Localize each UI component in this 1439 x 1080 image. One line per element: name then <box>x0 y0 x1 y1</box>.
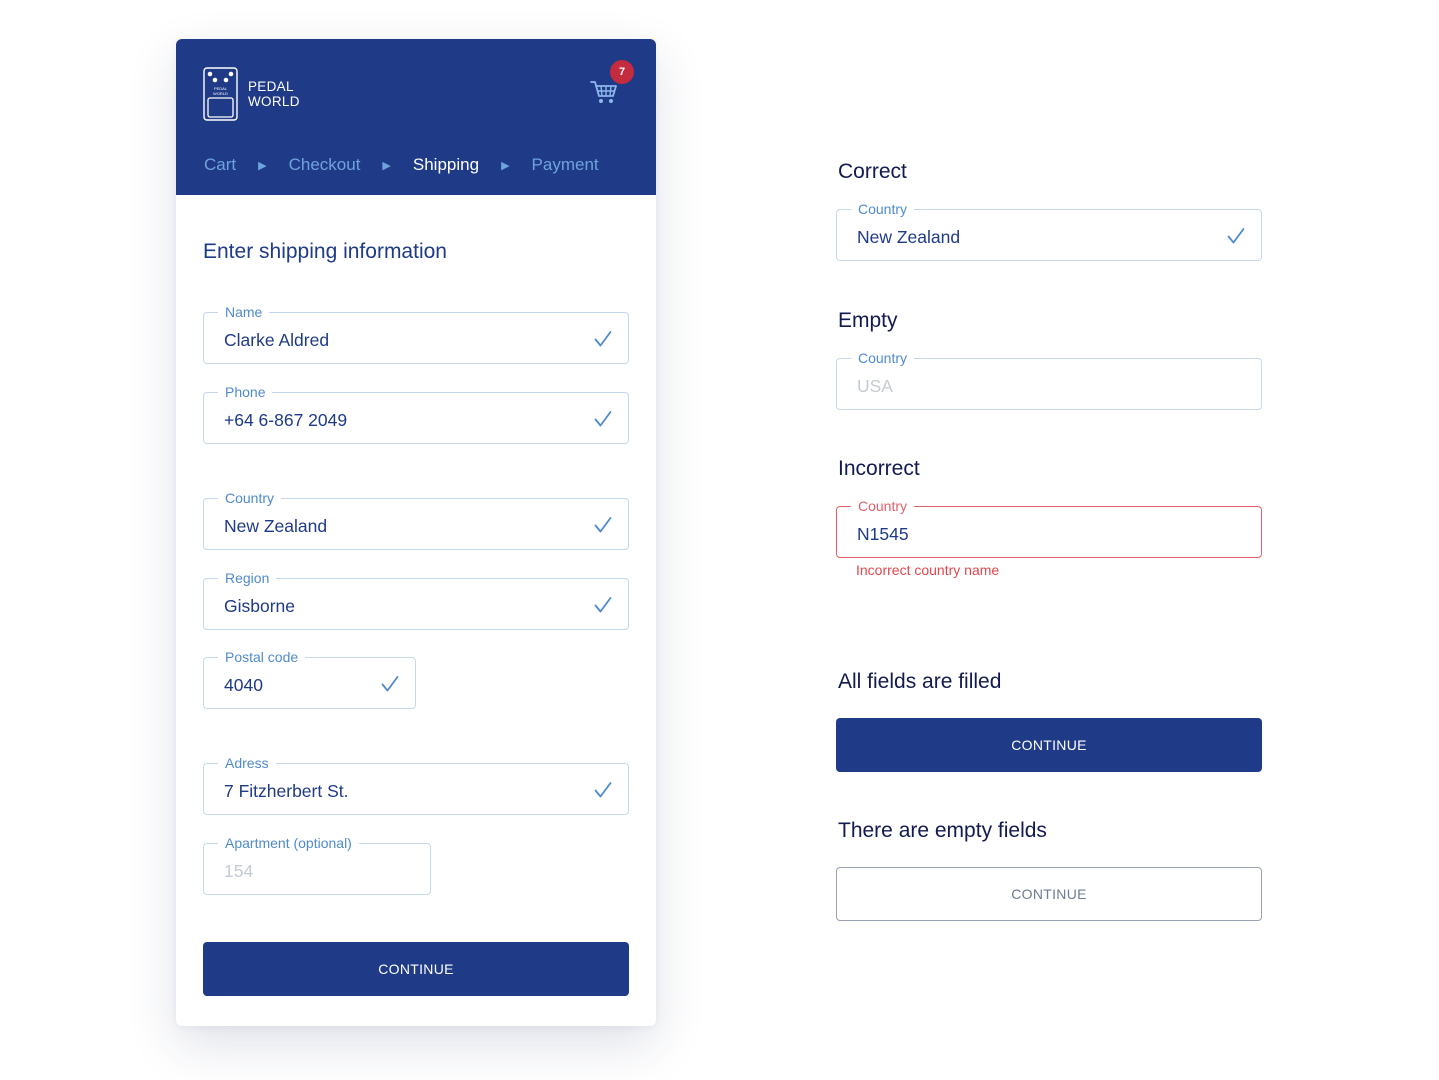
breadcrumb-payment[interactable]: Payment <box>532 155 599 175</box>
name-field-label: Name <box>218 303 270 321</box>
postal-code-field-label: Postal code <box>218 648 306 666</box>
region-field-value: Gisborne <box>224 596 296 616</box>
check-icon <box>381 676 399 692</box>
breadcrumb-cart[interactable]: Cart <box>204 155 236 175</box>
country-field-empty-placeholder: USA <box>857 376 893 396</box>
check-icon <box>594 517 612 533</box>
app-header: PEDAL WORLD PEDAL WORLD 7 Cart ▶ Checkou… <box>176 39 656 195</box>
continue-button[interactable]: CONTINUE <box>203 942 629 996</box>
apartment-field[interactable]: Apartment (optional) 154 <box>203 834 431 895</box>
chevron-right-icon: ▶ <box>501 159 510 172</box>
continue-button-enabled[interactable]: CONTINUE <box>836 718 1262 772</box>
country-field-incorrect-value: N1545 <box>857 524 909 544</box>
region-field[interactable]: Region Gisborne <box>203 569 629 630</box>
country-field-empty[interactable]: Country USA <box>836 349 1262 410</box>
check-icon <box>594 331 612 347</box>
country-field-correct-label: Country <box>851 200 915 218</box>
breadcrumb: Cart ▶ Checkout ▶ Shipping ▶ Payment <box>204 154 599 176</box>
cart-icon <box>590 81 617 103</box>
name-field[interactable]: Name Clarke Aldred <box>203 303 629 364</box>
postal-code-field-value: 4040 <box>224 675 263 695</box>
postal-code-field[interactable]: Postal code 4040 <box>203 648 416 709</box>
brand-name-line2: WORLD <box>248 94 300 109</box>
check-icon <box>594 597 612 613</box>
state-title-empty: Empty <box>838 309 898 332</box>
chevron-right-icon: ▶ <box>258 159 267 172</box>
continue-button-disabled[interactable]: CONTINUE <box>836 867 1262 921</box>
country-field[interactable]: Country New Zealand <box>203 489 629 550</box>
pedal-label-line2: WORLD <box>213 91 228 96</box>
breadcrumb-shipping[interactable]: Shipping <box>413 155 479 175</box>
brand-logo[interactable]: PEDAL WORLD PEDAL WORLD <box>203 67 323 123</box>
phone-field-value: +64 6-867 2049 <box>224 410 348 430</box>
chevron-right-icon: ▶ <box>382 159 391 172</box>
form-title: Enter shipping information <box>203 240 447 263</box>
apartment-field-placeholder: 154 <box>224 861 254 881</box>
phone-field-label: Phone <box>218 383 273 401</box>
pedal-logo-icon: PEDAL WORLD <box>203 67 238 121</box>
checkout-card: PEDAL WORLD PEDAL WORLD 7 Cart ▶ Checkou… <box>176 39 656 1026</box>
brand-name-line1: PEDAL <box>248 79 294 94</box>
address-field-value: 7 Fitzherbert St. <box>224 781 349 801</box>
breadcrumb-checkout[interactable]: Checkout <box>289 155 361 175</box>
country-field-empty-label: Country <box>851 349 915 367</box>
country-field-value: New Zealand <box>224 516 328 536</box>
phone-field[interactable]: Phone +64 6-867 2049 <box>203 383 629 444</box>
country-field-incorrect-label: Country <box>851 497 915 515</box>
check-icon <box>594 782 612 798</box>
state-title-incorrect: Incorrect <box>838 457 920 480</box>
apartment-field-label: Apartment (optional) <box>218 834 359 852</box>
country-field-incorrect[interactable]: Country N1545 <box>836 497 1262 558</box>
country-field-correct-value: New Zealand <box>857 227 961 247</box>
cart-count-badge: 7 <box>610 60 634 84</box>
state-title-all-filled: All fields are filled <box>838 670 1002 693</box>
address-field-label: Adress <box>218 754 276 772</box>
country-field-label: Country <box>218 489 282 507</box>
check-icon <box>594 411 612 427</box>
country-error-message: Incorrect country name <box>856 562 1000 578</box>
name-field-value: Clarke Aldred <box>224 330 330 350</box>
state-title-empty-fields: There are empty fields <box>838 819 1047 842</box>
country-field-correct[interactable]: Country New Zealand <box>836 200 1262 261</box>
state-title-correct: Correct <box>838 160 907 183</box>
brand-name: PEDAL WORLD <box>248 79 300 109</box>
check-icon <box>1227 228 1245 244</box>
address-field[interactable]: Adress 7 Fitzherbert St. <box>203 754 629 815</box>
region-field-label: Region <box>218 569 277 587</box>
